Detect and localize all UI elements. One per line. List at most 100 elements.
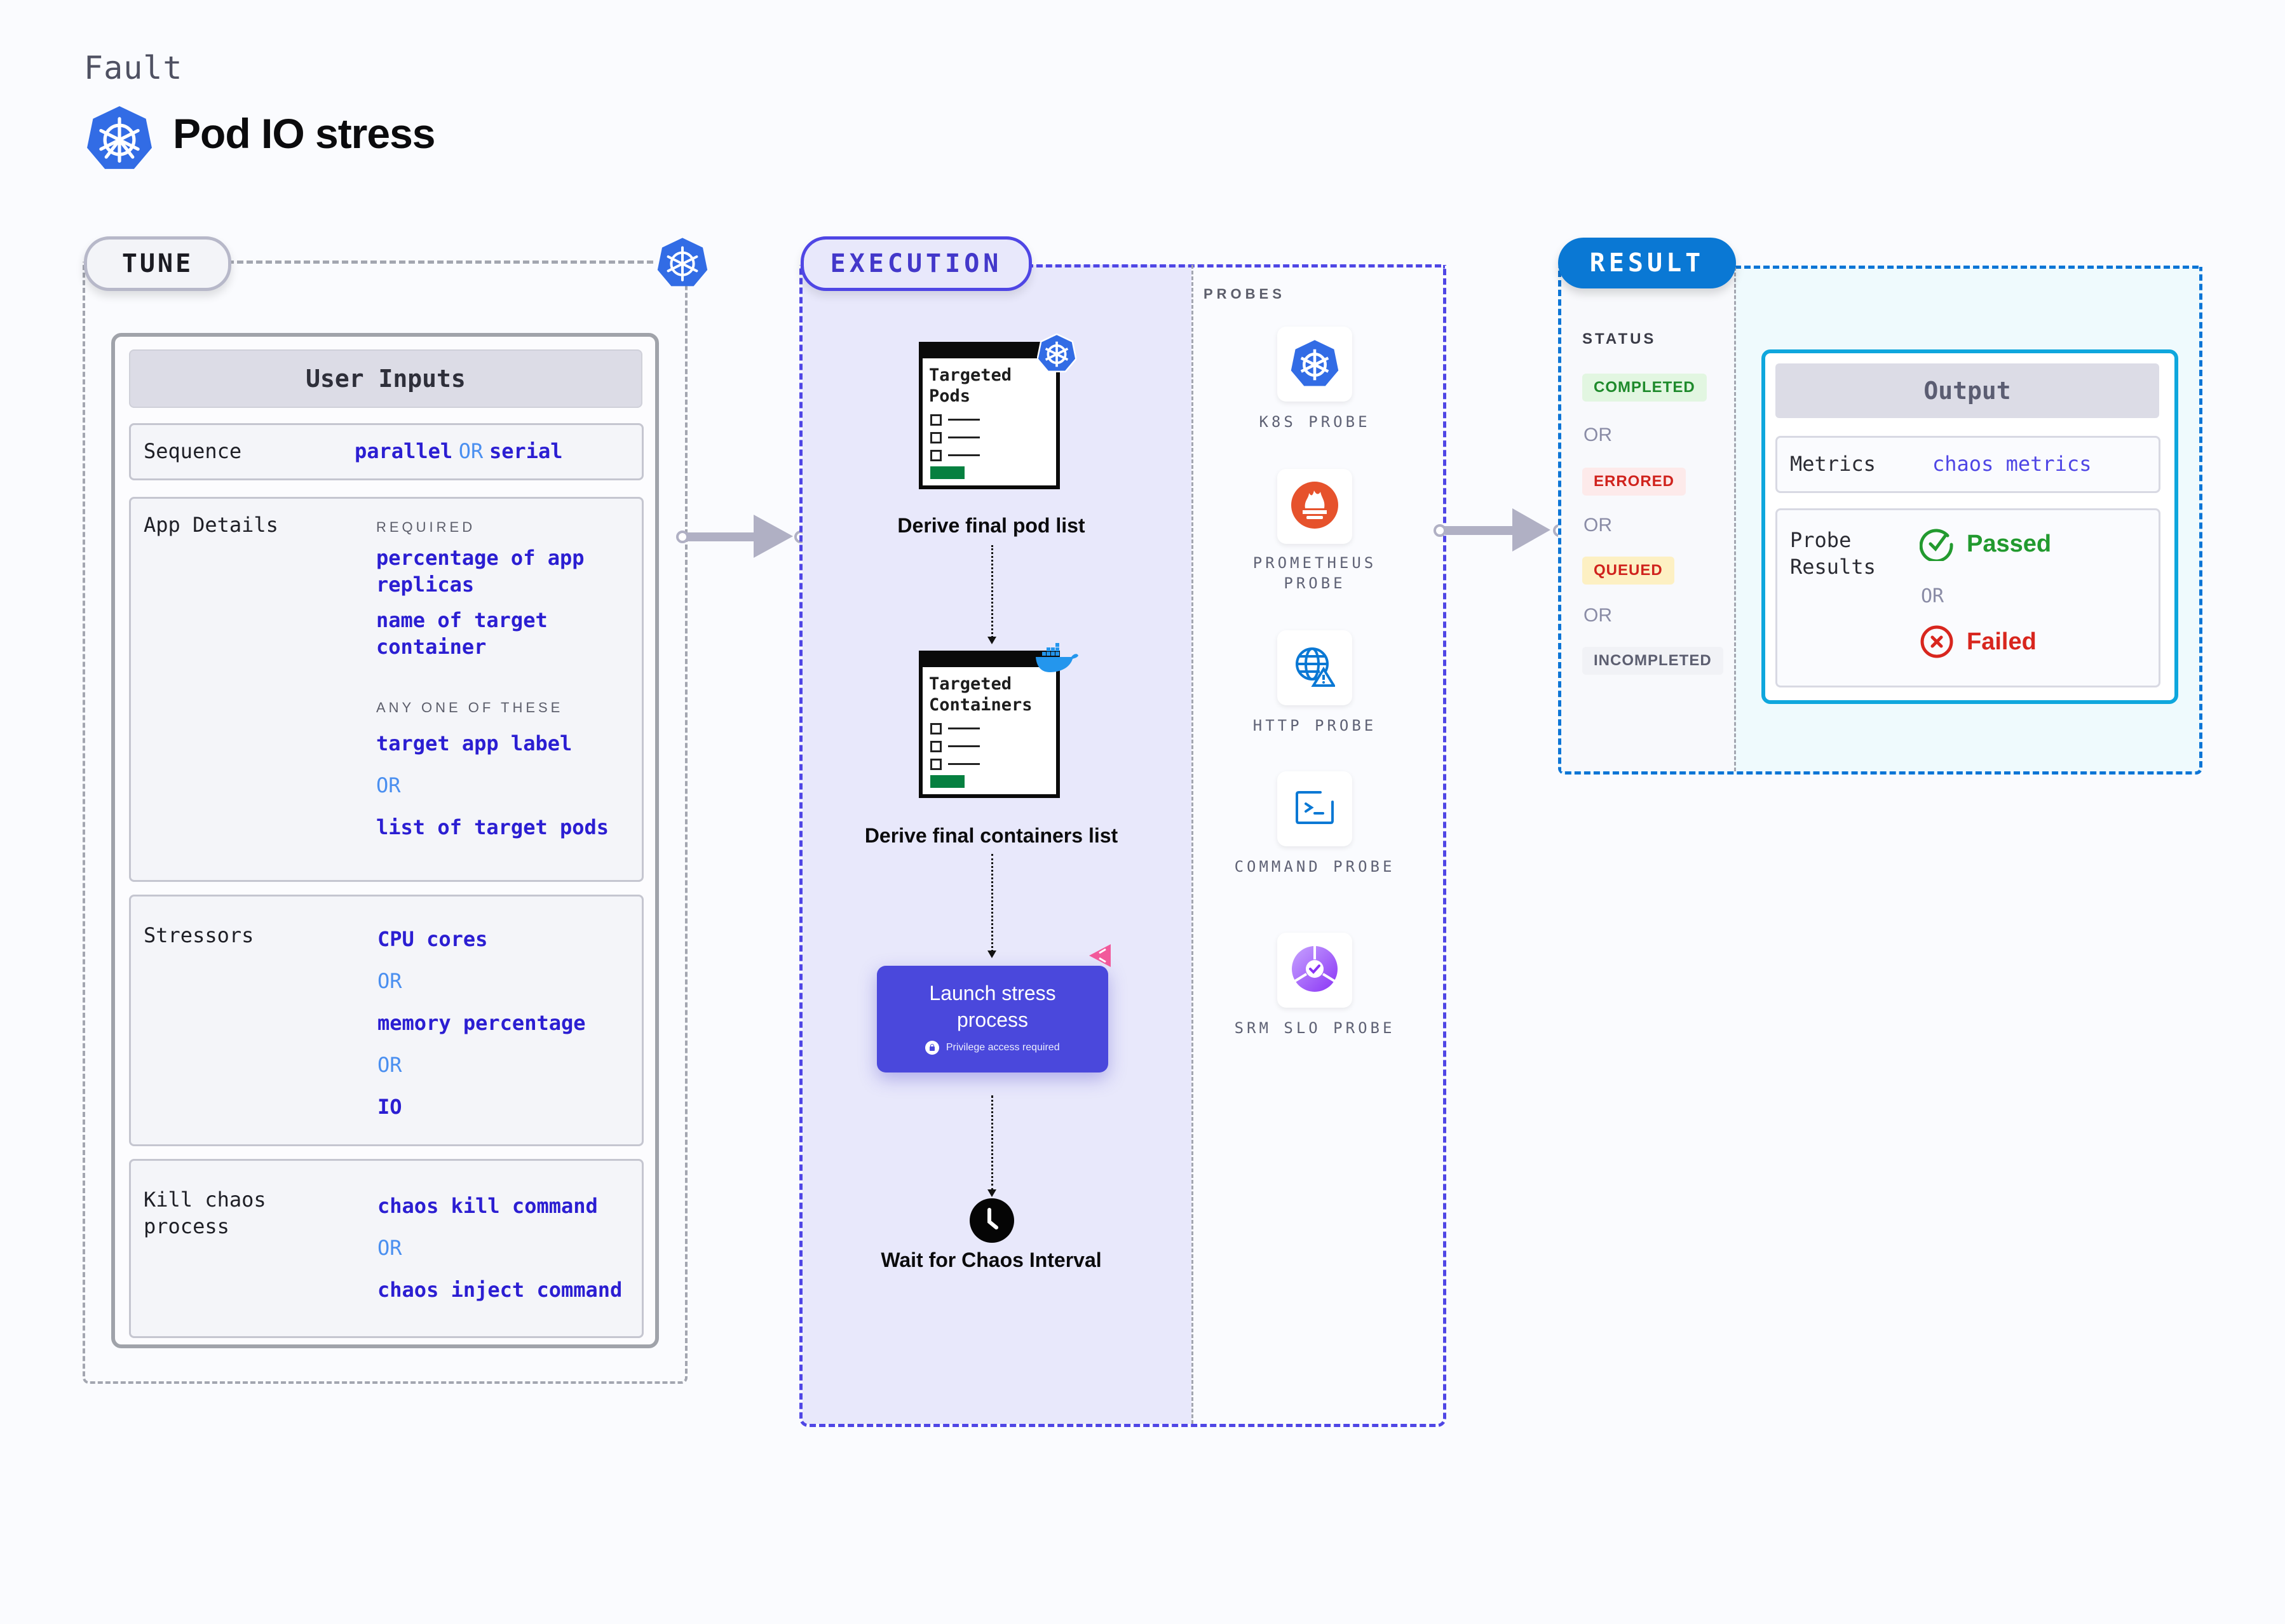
- connector-dot: [1434, 524, 1446, 537]
- k8s-probe-tile: [1277, 327, 1352, 402]
- sequence-value-serial: serial: [489, 439, 563, 463]
- privilege-required-note: Privilege access required: [946, 1042, 1060, 1053]
- execution-probes-divider: [1191, 265, 1193, 1424]
- or-separator: OR: [377, 1236, 402, 1260]
- kill-chaos-option: chaos kill command: [377, 1194, 598, 1218]
- user-inputs-panel: User Inputs Sequence parallel OR serial …: [111, 333, 659, 1348]
- srm-slo-probe-tile: [1277, 933, 1352, 1008]
- kubernetes-icon: [1036, 333, 1077, 372]
- required-input: name of target container: [376, 608, 548, 659]
- status-badge-completed: COMPLETED: [1582, 374, 1707, 402]
- probe-passed-label: Passed: [1967, 530, 2052, 557]
- fault-category-label: Fault: [84, 50, 183, 86]
- page-title: Pod IO stress: [173, 110, 435, 157]
- tune-section-label: TUNE: [84, 236, 231, 291]
- output-title: Output: [1775, 363, 2159, 418]
- execution-section-border: [1027, 264, 1441, 267]
- kill-chaos-label: Kill chaos process: [144, 1188, 266, 1238]
- arrow-down-icon: [987, 1189, 996, 1197]
- result-section-label: RESULT: [1558, 238, 1736, 288]
- or-separator: OR: [377, 1053, 402, 1077]
- status-output-divider: [1734, 267, 1736, 771]
- kill-chaos-row: Kill chaos process chaos kill command OR…: [129, 1159, 644, 1338]
- kubernetes-icon: [1289, 339, 1340, 390]
- flow-dotted-line: [991, 545, 993, 638]
- probe-label: HTTP PROBE: [1252, 717, 1377, 734]
- or-separator: OR: [1583, 605, 1612, 626]
- clock-icon: [970, 1198, 1014, 1243]
- http-globe-icon: [1294, 646, 1336, 690]
- prometheus-probe-tile: [1277, 469, 1352, 544]
- probe-failed-label: Failed: [1967, 628, 2037, 655]
- slo-icon: [1291, 945, 1338, 996]
- or-separator: OR: [376, 773, 401, 797]
- or-separator: OR: [377, 969, 402, 993]
- or-separator: OR: [458, 439, 484, 463]
- arrow-down-icon: [987, 951, 996, 958]
- probe-results-row: Probe Results Passed OR Failed: [1775, 508, 2160, 687]
- status-badge-errored: ERRORED: [1582, 468, 1686, 496]
- sequence-value-parallel: parallel: [355, 439, 453, 463]
- or-separator: OR: [1921, 585, 1944, 607]
- user-inputs-title: User Inputs: [129, 349, 642, 408]
- targeted-containers-title: Targeted Containers: [929, 674, 1033, 715]
- launch-stress-process-step: Launch stress process Privilege access r…: [877, 966, 1108, 1073]
- result-section-border: [1735, 266, 2199, 269]
- arrow-right-icon: [1512, 508, 1550, 551]
- flow-connector: [688, 532, 757, 541]
- sequence-row: Sequence parallel OR serial: [129, 423, 644, 480]
- flow-connector: [1445, 526, 1515, 535]
- app-details-label: App Details: [144, 513, 278, 537]
- probe-results-label: Probe Results: [1790, 528, 1876, 579]
- step-derive-pod-list: Derive final pod list: [897, 514, 1085, 537]
- stressor-option: memory percentage: [377, 1011, 586, 1035]
- status-badge-incompleted: INCOMPLETED: [1582, 647, 1723, 675]
- lock-icon: [925, 1041, 940, 1055]
- http-probe-tile: [1277, 630, 1352, 705]
- chaos-icon: [1088, 943, 1113, 968]
- probe-label: K8S PROBE: [1259, 413, 1371, 431]
- execution-section-label: EXECUTION: [801, 236, 1032, 291]
- stressors-label: Stressors: [144, 923, 254, 947]
- status-badge-queued: QUEUED: [1582, 557, 1674, 585]
- any-of-input: list of target pods: [376, 815, 609, 839]
- x-circle-icon: [1920, 625, 1954, 659]
- probe-label: SRM SLO PROBE: [1234, 1019, 1395, 1037]
- kill-chaos-option: chaos inject command: [377, 1278, 623, 1302]
- metrics-row: Metrics chaos metrics: [1775, 436, 2160, 493]
- step-wait-chaos-interval: Wait for Chaos Interval: [881, 1248, 1102, 1271]
- stressor-option: CPU cores: [377, 927, 488, 951]
- required-input: percentage of app replicas: [376, 546, 585, 597]
- status-title: STATUS: [1582, 330, 1657, 348]
- stressors-row: Stressors CPU cores OR memory percentage…: [129, 895, 644, 1146]
- or-separator: OR: [1583, 424, 1612, 445]
- flow-dotted-line: [991, 854, 993, 952]
- app-details-row: App Details REQUIRED percentage of app r…: [129, 497, 644, 882]
- required-caption: REQUIRED: [376, 519, 476, 535]
- kubernetes-icon: [657, 236, 708, 287]
- any-one-caption: ANY ONE OF THESE: [376, 700, 564, 715]
- output-panel: Output Metrics chaos metrics Probe Resul…: [1761, 349, 2178, 704]
- kubernetes-icon: [86, 104, 153, 170]
- terminal-icon: [1295, 790, 1334, 828]
- check-circle-icon: [1919, 527, 1954, 563]
- step-derive-containers-list: Derive final containers list: [864, 824, 1118, 847]
- sequence-label: Sequence: [144, 439, 242, 463]
- connector-dot: [676, 531, 689, 543]
- or-separator: OR: [1583, 515, 1612, 536]
- launch-stress-title: Launch stress process: [929, 982, 1056, 1031]
- metrics-label: Metrics: [1790, 452, 1876, 476]
- docker-icon: [1034, 642, 1079, 673]
- probe-label: COMMAND PROBE: [1234, 858, 1395, 876]
- probe-label: PROMETHEUS PROBE: [1252, 554, 1377, 592]
- arrow-down-icon: [987, 637, 996, 644]
- stressor-option: IO: [377, 1095, 402, 1119]
- probes-title: PROBES: [1204, 286, 1285, 302]
- flow-dotted-line: [991, 1095, 993, 1191]
- command-probe-tile: [1277, 771, 1352, 846]
- tune-section-border: [227, 261, 653, 264]
- any-of-input: target app label: [376, 731, 573, 755]
- prometheus-icon: [1291, 481, 1338, 532]
- metrics-value: chaos metrics: [1932, 452, 2092, 476]
- arrow-right-icon: [754, 515, 793, 558]
